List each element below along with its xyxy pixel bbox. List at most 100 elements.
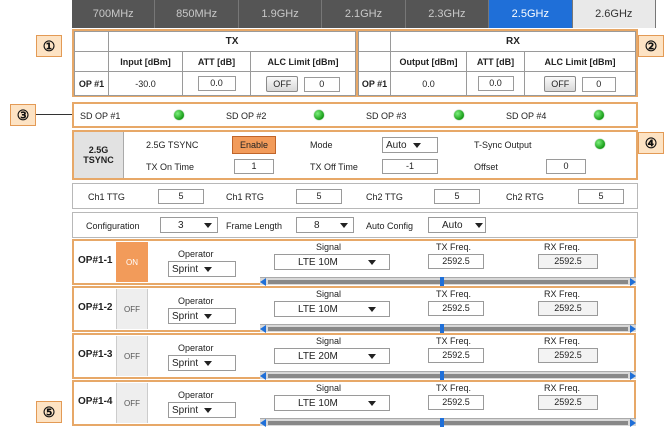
chevron-down-icon [367, 306, 376, 312]
freq-slider[interactable] [260, 371, 636, 380]
tx-header-alc: ALC Limit [dBm] [250, 51, 356, 72]
tx-freq-label: TX Freq. [436, 289, 472, 299]
operator-label: Operator [178, 296, 214, 306]
tab-2-5ghz[interactable]: 2.5GHz [489, 0, 573, 28]
rx-freq-field: 2592.5 [538, 395, 598, 410]
freq-slider[interactable] [260, 418, 636, 427]
op-row: OP#1-4 OFF Operator Sprint Signal LTE 10M TX F… [72, 380, 636, 427]
sd-op4-label: SD OP #4 [506, 111, 547, 121]
rx-title: RX [390, 31, 636, 52]
slider-track [268, 374, 628, 378]
arrow-right-icon[interactable] [630, 325, 636, 333]
operator-select[interactable]: Sprint [168, 355, 236, 371]
tx-alc-off-button[interactable]: OFF [266, 75, 299, 92]
ch1-rtg-field[interactable]: 5 [296, 189, 342, 204]
tab-700mhz[interactable]: 700MHz [72, 0, 156, 28]
chevron-down-icon [367, 353, 376, 359]
ch2-rtg-field[interactable]: 5 [578, 189, 624, 204]
rx-alc-off-button[interactable]: OFF [544, 75, 577, 92]
frame-length-select[interactable]: 8 [296, 217, 354, 233]
rx-alc-field[interactable]: 0 [581, 76, 616, 92]
ch2-rtg-label: Ch2 RTG [506, 192, 544, 202]
rx-freq-field: 2592.5 [538, 301, 598, 316]
rx-header-att: ATT [dB] [466, 51, 525, 72]
sd-op4-led-icon [594, 110, 604, 120]
tx-freq-field[interactable]: 2592.5 [428, 348, 484, 363]
operator-select[interactable]: Sprint [168, 261, 236, 277]
mode-select[interactable]: Auto [382, 137, 438, 153]
signal-select[interactable]: LTE 10M [274, 301, 390, 317]
op-onoff-toggle[interactable]: OFF [116, 383, 148, 423]
configuration-select[interactable]: 3 [160, 217, 218, 233]
rx-header-output: Output [dBm] [390, 51, 467, 72]
tab-2-1ghz[interactable]: 2.1GHz [322, 0, 406, 28]
tsync-side-label: 2.5G TSYNC [74, 132, 124, 178]
offset-label: Offset [474, 162, 498, 172]
sd-op3-led-icon [454, 110, 464, 120]
tx-on-time-field[interactable]: 1 [234, 159, 274, 174]
callout-1: ① [36, 35, 62, 57]
op-onoff-toggle[interactable]: OFF [116, 289, 148, 329]
sd-op1-label: SD OP #1 [80, 111, 121, 121]
ch2-ttg-field[interactable]: 5 [434, 189, 480, 204]
tx-freq-field[interactable]: 2592.5 [428, 301, 484, 316]
operator-select[interactable]: Sprint [168, 402, 236, 418]
signal-label: Signal [316, 242, 342, 252]
arrow-left-icon[interactable] [260, 325, 266, 333]
tab-1-9ghz[interactable]: 1.9GHz [238, 0, 323, 28]
sd-op2-led-icon [314, 110, 324, 120]
auto-config-label: Auto Config [366, 221, 414, 231]
rx-op-label: OP #1 [358, 71, 391, 96]
signal-select[interactable]: LTE 10M [274, 395, 390, 411]
tx-freq-label: TX Freq. [436, 383, 472, 393]
chevron-down-icon [204, 407, 213, 413]
signal-select[interactable]: LTE 20M [274, 348, 390, 364]
tab-850mhz[interactable]: 850MHz [155, 0, 239, 28]
op-name: OP#1-3 [78, 349, 113, 360]
freq-slider[interactable] [260, 277, 636, 286]
op-onoff-toggle[interactable]: ON [116, 242, 148, 282]
chevron-down-icon [203, 222, 212, 228]
slider-track [268, 327, 628, 331]
rx-att-field[interactable]: 0.0 [477, 76, 514, 91]
signal-select[interactable]: LTE 10M [274, 254, 390, 270]
freq-slider[interactable] [260, 324, 636, 333]
tab-2-3ghz[interactable]: 2.3GHz [405, 0, 490, 28]
arrow-left-icon[interactable] [260, 372, 266, 380]
slider-thumb[interactable] [440, 418, 444, 427]
tx-freq-field[interactable]: 2592.5 [428, 254, 484, 269]
op-row: OP#1-1 ON Operator Sprint Signal LTE 10M TX Fr… [72, 239, 636, 286]
slider-thumb[interactable] [440, 324, 444, 333]
ch1-ttg-field[interactable]: 5 [158, 189, 204, 204]
signal-value: LTE 10M [298, 303, 338, 315]
tx-alc-field[interactable]: 0 [303, 76, 340, 92]
tx-freq-field[interactable]: 2592.5 [428, 395, 484, 410]
configuration-label: Configuration [86, 221, 140, 231]
auto-config-select[interactable]: Auto [428, 217, 486, 233]
arrow-right-icon[interactable] [630, 278, 636, 286]
tab-2-6ghz[interactable]: 2.6GHz [572, 0, 656, 28]
callout-5: ⑤ [36, 401, 62, 423]
sd-op3-label: SD OP #3 [366, 111, 407, 121]
tx-att-field[interactable]: 0.0 [197, 76, 236, 91]
callout-2: ② [638, 35, 664, 57]
arrow-right-icon[interactable] [630, 419, 636, 427]
band-tabs: 700MHz 850MHz 1.9GHz 2.1GHz 2.3GHz 2.5GH… [72, 0, 656, 28]
chevron-down-icon [474, 222, 483, 228]
slider-thumb[interactable] [440, 371, 444, 380]
frame-length-label: Frame Length [226, 221, 283, 231]
chevron-down-icon [204, 313, 213, 319]
tx-table: TX Input [dBm] ATT [dB] ALC Limit [dBm] … [74, 31, 356, 96]
operator-select[interactable]: Sprint [168, 308, 236, 324]
tx-off-time-field[interactable]: -1 [382, 159, 438, 174]
offset-field[interactable]: 0 [546, 159, 586, 174]
arrow-right-icon[interactable] [630, 372, 636, 380]
slider-thumb[interactable] [440, 277, 444, 286]
configuration-value: 3 [178, 219, 184, 231]
signal-label: Signal [316, 336, 342, 346]
op-onoff-toggle[interactable]: OFF [116, 336, 148, 376]
arrow-left-icon[interactable] [260, 419, 266, 427]
op-name: OP#1-4 [78, 396, 113, 407]
tsync-enable-button[interactable]: Enable [232, 136, 276, 154]
arrow-left-icon[interactable] [260, 278, 266, 286]
